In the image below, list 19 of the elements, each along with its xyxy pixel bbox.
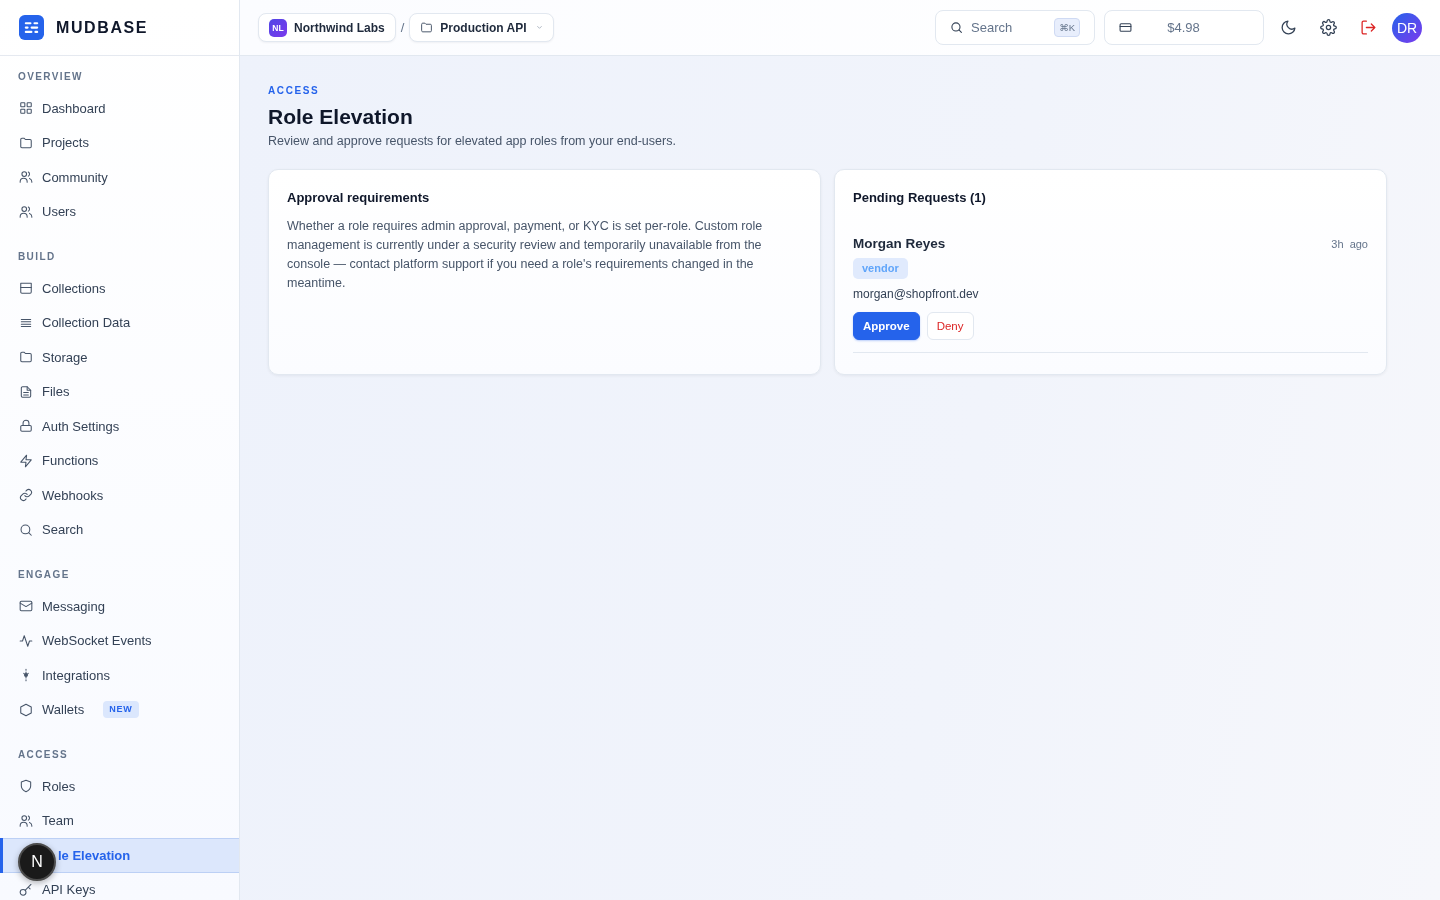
breadcrumb-separator: / bbox=[400, 20, 405, 35]
role-tag: vendor bbox=[853, 258, 908, 279]
requester-name: Morgan Reyes bbox=[853, 236, 946, 251]
section-label: OVERVIEW bbox=[17, 71, 84, 83]
shortcut-key: ⌘K bbox=[1054, 18, 1080, 37]
section-label: ENGAGE bbox=[17, 569, 71, 581]
page-title: Role Elevation bbox=[268, 104, 414, 130]
card-title: Approval requirements bbox=[287, 190, 431, 206]
page-eyebrow: ACCESS bbox=[268, 85, 321, 97]
org-avatar: NL bbox=[269, 18, 287, 37]
section-label: BUILD bbox=[17, 251, 57, 263]
request-time: 3h ago bbox=[1331, 238, 1368, 250]
card-title: Pending Requests (1) bbox=[853, 190, 987, 206]
card-text: Whether a role requires admin approval, payment, or KYC is set per-role. Custom role management is currently under a security review and temporarily unavailable from the console — contact platform support if you need a role's requirements changed in the meantime. bbox=[287, 218, 764, 292]
requester-email: morgan@shopfront.dev bbox=[853, 287, 980, 302]
brand-name: MUDBASE bbox=[56, 18, 149, 37]
new-badge: NEW bbox=[103, 701, 139, 719]
section-label: ACCESS bbox=[17, 749, 70, 761]
page-subtitle: Review and approve requests for elevated app roles from your end-users. bbox=[268, 133, 677, 150]
